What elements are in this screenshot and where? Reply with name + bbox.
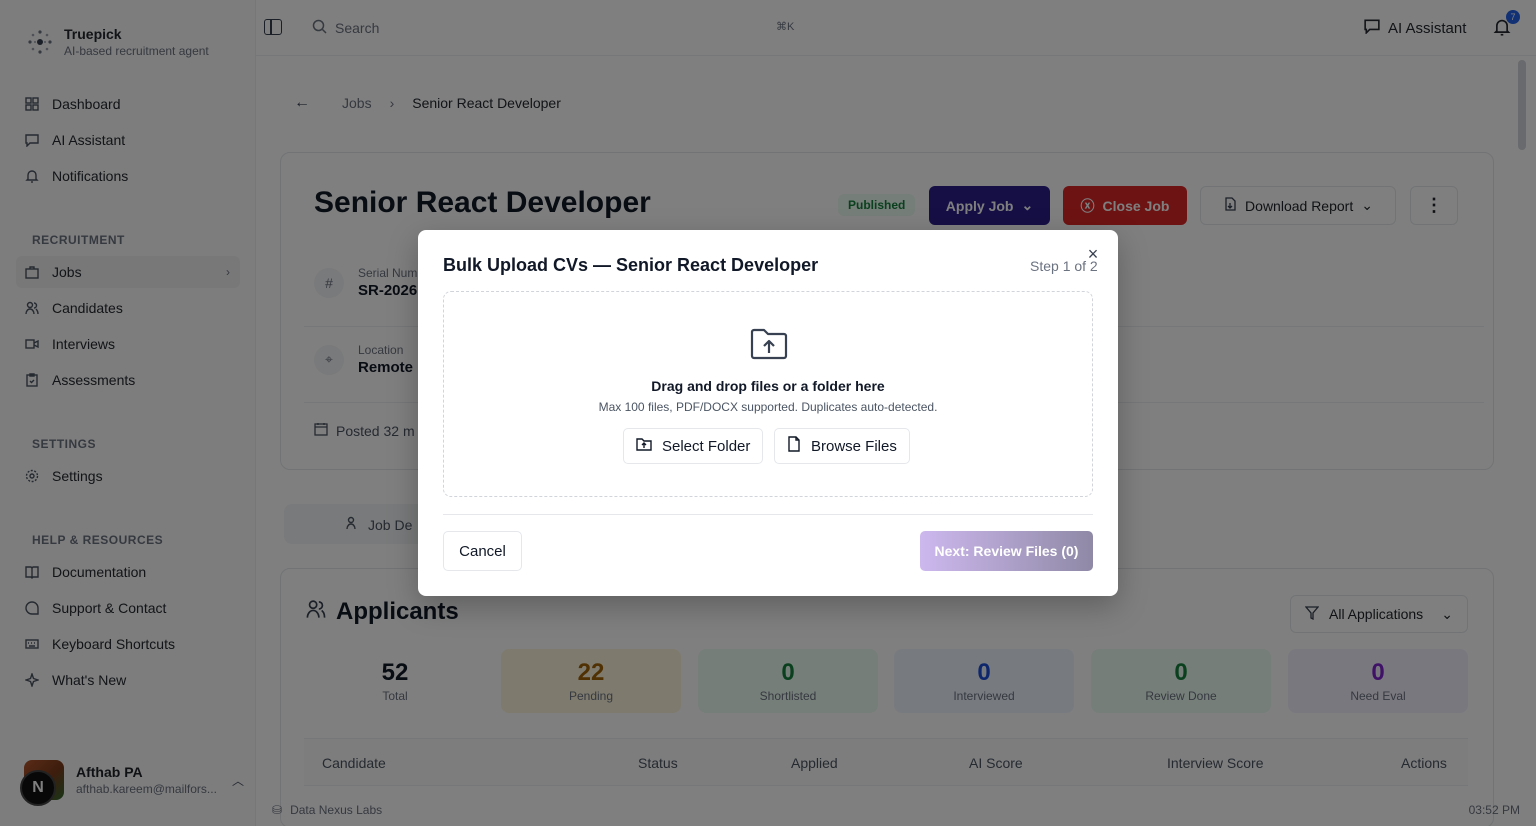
dropzone-hint: Max 100 files, PDF/DOCX supported. Dupli… (598, 400, 938, 414)
file-dropzone[interactable]: Drag and drop files or a folder here Max… (443, 291, 1093, 497)
dialog-title: Bulk Upload CVs — Senior React Developer (443, 255, 819, 275)
select-folder-label: Select Folder (662, 437, 751, 455)
close-icon[interactable]: × (1085, 245, 1101, 263)
select-folder-button[interactable]: Select Folder (623, 428, 764, 464)
next-review-files-button[interactable]: Next: Review Files (0) (920, 531, 1093, 571)
file-icon (787, 436, 801, 456)
folder-upload-icon (749, 326, 789, 367)
divider (443, 514, 1093, 515)
browse-files-label: Browse Files (811, 437, 897, 455)
bulk-upload-dialog: Bulk Upload CVs — Senior React Developer… (418, 230, 1118, 596)
cancel-button[interactable]: Cancel (443, 531, 522, 571)
dropzone-title: Drag and drop files or a folder here (651, 378, 885, 394)
folder-upload-icon (636, 437, 652, 455)
browse-files-button[interactable]: Browse Files (774, 428, 910, 464)
